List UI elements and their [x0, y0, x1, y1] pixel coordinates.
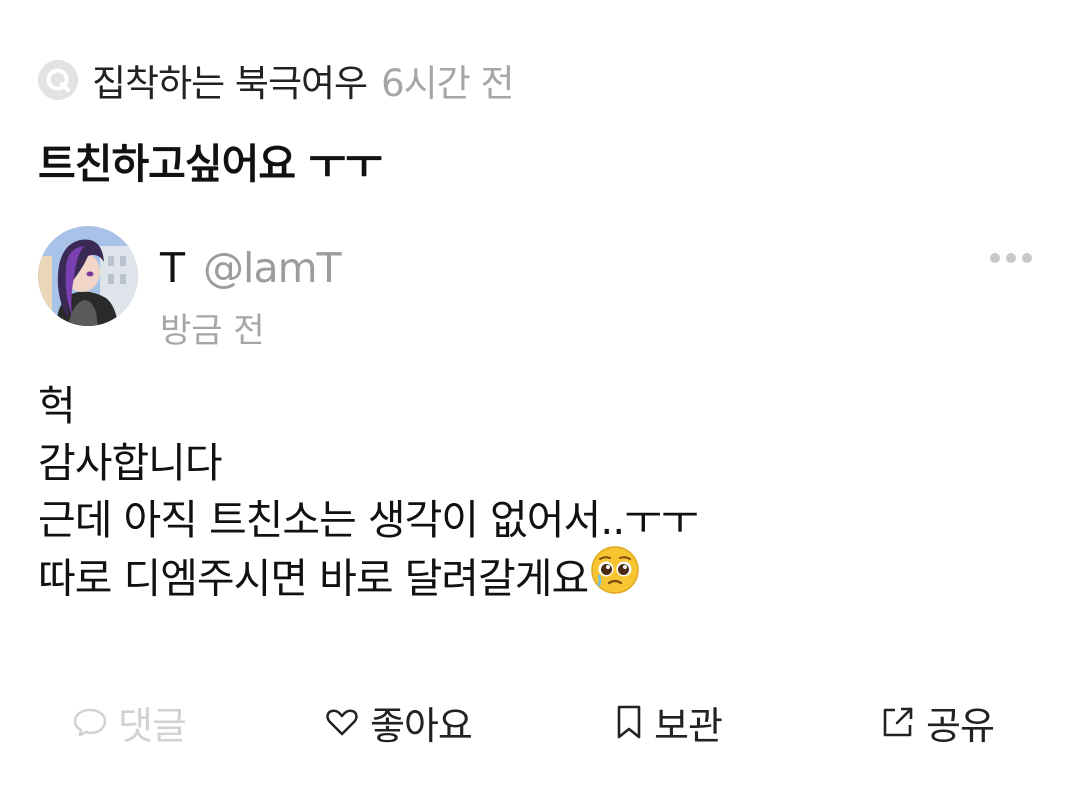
comment-label: 댓글: [118, 703, 187, 748]
action-bar: 댓글 좋아요 보관 공유: [0, 693, 1080, 751]
share-icon: [883, 707, 913, 737]
more-dot-icon: [1006, 253, 1016, 263]
like-button[interactable]: 좋아요: [324, 693, 473, 751]
answer-line: 감사합니다: [38, 439, 223, 487]
answer-line: 따로 디엠주시면 바로 달려갈게요: [38, 554, 589, 603]
user-avatar[interactable]: [38, 226, 138, 326]
like-label: 좋아요: [370, 703, 473, 748]
q-badge-icon: [38, 60, 78, 100]
save-button[interactable]: 보관: [614, 693, 723, 751]
answer-line: 헉: [38, 382, 76, 430]
share-button[interactable]: 공유: [880, 693, 995, 751]
user-line: T @lamT: [160, 244, 342, 292]
bookmark-icon: [617, 705, 641, 739]
question-time: 6시간 전: [381, 62, 514, 105]
question-author[interactable]: 집착하는 북극여우: [92, 53, 368, 107]
question-header: 집착하는 북극여우 6시간 전: [38, 52, 515, 108]
user-name[interactable]: T: [160, 244, 185, 292]
pleading-face-emoji: [590, 545, 640, 610]
more-options-button[interactable]: [990, 248, 1032, 268]
more-dot-icon: [990, 253, 1000, 263]
answer-body: 헉 감사합니다 근데 아직 트친소는 생각이 없어서..ㅜㅜ 따로 디엠주시면 …: [38, 378, 699, 614]
save-label: 보관: [654, 703, 723, 748]
answer-line: 근데 아직 트친소는 생각이 없어서..ㅜㅜ: [38, 496, 699, 544]
comment-button[interactable]: 댓글: [72, 693, 187, 751]
user-avatar-image: [38, 226, 138, 326]
user-handle[interactable]: @lamT: [203, 244, 341, 292]
share-label: 공유: [926, 703, 995, 748]
comment-icon: [73, 708, 107, 737]
answer-line-last: 따로 디엠주시면 바로 달려갈게요: [38, 546, 698, 614]
heart-icon: [326, 709, 358, 736]
answer-time: 방금 전: [160, 311, 265, 351]
more-dot-icon: [1022, 253, 1032, 263]
question-text: 트친하고싶어요 ㅜㅜ: [38, 140, 383, 188]
